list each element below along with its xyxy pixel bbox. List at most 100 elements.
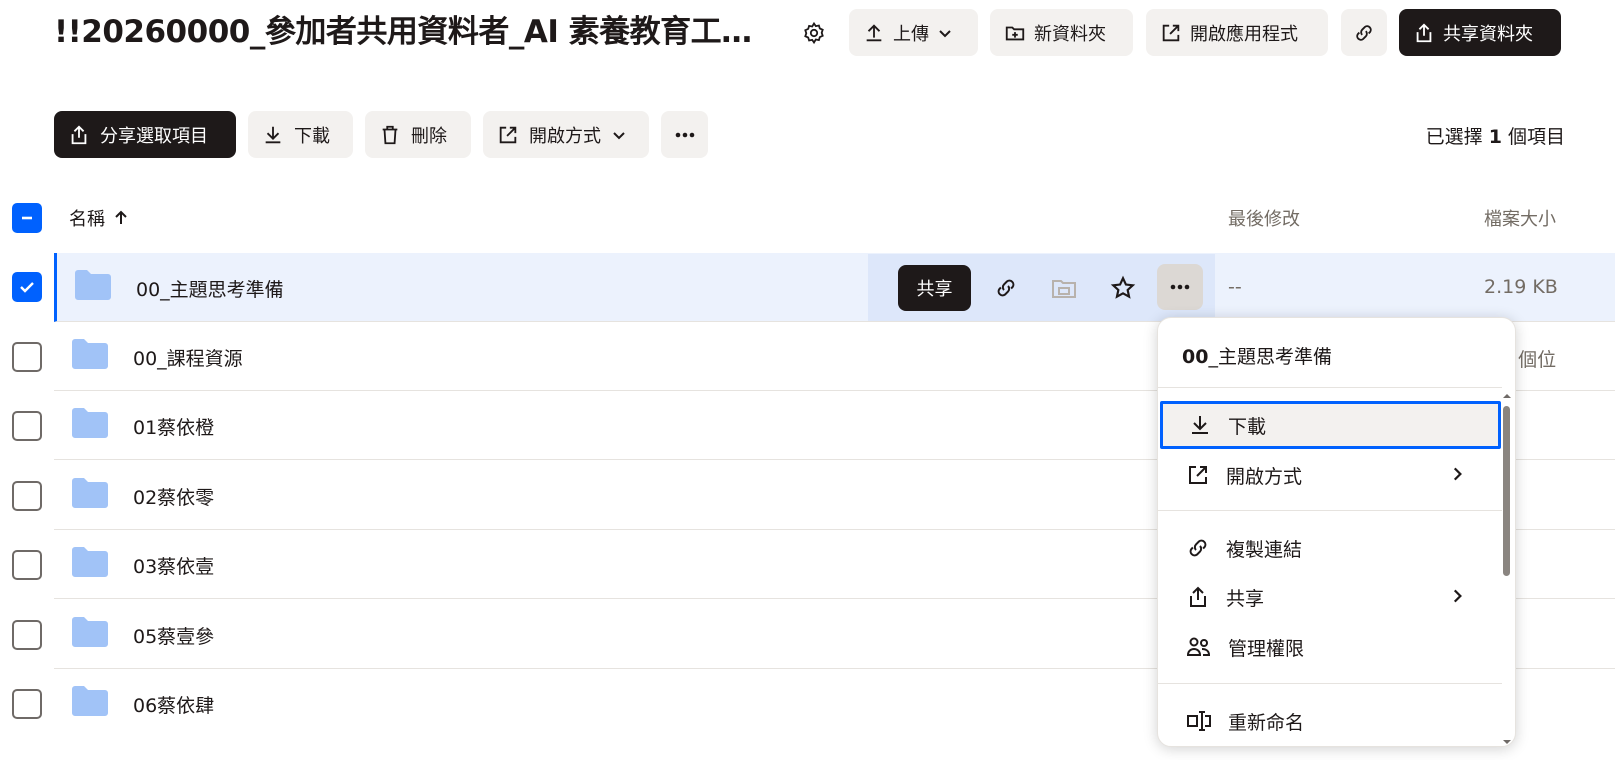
link-icon: [1353, 22, 1375, 44]
folder-icon: [72, 478, 108, 508]
selection-suffix: 個項目: [1507, 126, 1565, 148]
copy-link-button[interactable]: [1341, 9, 1387, 56]
download-icon: [262, 124, 284, 146]
row-checkbox[interactable]: [12, 550, 42, 580]
row-checkbox[interactable]: [12, 342, 42, 372]
open-with-label: 開啟方式: [529, 125, 601, 147]
people-icon: [1186, 635, 1212, 659]
row-checkbox[interactable]: [12, 689, 42, 719]
row-more-button[interactable]: [1157, 264, 1203, 310]
folder-icon: [72, 686, 108, 716]
upload-label: 上傳: [893, 23, 929, 45]
file-name[interactable]: 00_課程資源: [133, 344, 243, 371]
open-external-icon: [1160, 22, 1182, 44]
row-move-button[interactable]: [1042, 268, 1086, 308]
context-menu: 00_主題思考準備 下載 開啟方式 複製連結 共享 管理權限 重新命名: [1157, 317, 1516, 747]
open-external-icon: [497, 124, 519, 146]
table-row[interactable]: 00_主題思考準備: [54, 253, 1615, 322]
menu-divider: [1158, 683, 1502, 684]
row-checkbox[interactable]: [12, 481, 42, 511]
chevron-right-icon: [1448, 587, 1466, 605]
folder-icon: [72, 339, 108, 369]
menu-divider: [1158, 510, 1502, 511]
row-checkbox[interactable]: [12, 620, 42, 650]
row-checkbox[interactable]: [12, 272, 42, 302]
column-header-name[interactable]: 名稱: [69, 205, 129, 231]
context-menu-title-prefix: 00: [1182, 346, 1209, 368]
more-actions-button[interactable]: [661, 111, 708, 158]
file-name[interactable]: 01蔡依橙: [133, 413, 214, 440]
delete-button[interactable]: 刪除: [365, 111, 471, 158]
selection-number: 1: [1488, 126, 1502, 148]
upload-button[interactable]: 上傳: [849, 9, 978, 56]
gear-icon: [802, 21, 826, 45]
open-external-icon: [1186, 463, 1210, 487]
column-header-modified[interactable]: 最後修改: [1228, 205, 1300, 231]
download-button[interactable]: 下載: [248, 111, 353, 158]
scroll-down-arrow-icon: [1503, 740, 1511, 744]
folder-icon: [72, 408, 108, 438]
menu-item-label: 下載: [1228, 415, 1267, 438]
open-app-button[interactable]: 開啟應用程式: [1146, 9, 1328, 56]
menu-item-label: 複製連結: [1226, 538, 1303, 561]
context-menu-title-rest: _主題思考準備: [1208, 346, 1332, 368]
file-name[interactable]: 03蔡依壹: [133, 552, 214, 579]
menu-item-rename[interactable]: 重新命名: [1158, 697, 1502, 745]
open-app-label: 開啟應用程式: [1190, 23, 1298, 45]
share-icon: [1413, 22, 1435, 44]
share-icon: [1186, 585, 1210, 609]
rename-icon: [1186, 709, 1212, 733]
file-name[interactable]: 02蔡依零: [133, 483, 214, 510]
menu-divider: [1158, 387, 1502, 388]
menu-item-share[interactable]: 共享: [1158, 573, 1502, 621]
more-horizontal-icon: [673, 123, 697, 147]
menu-item-open-with[interactable]: 開啟方式: [1158, 451, 1502, 499]
download-label: 下載: [294, 125, 330, 147]
folder-icon: [75, 270, 111, 300]
check-icon: [20, 282, 34, 293]
download-icon: [1188, 413, 1212, 437]
chevron-down-icon: [937, 25, 953, 41]
share-folder-label: 共享資料夾: [1443, 23, 1533, 45]
scroll-up-arrow-icon: [1503, 394, 1511, 398]
share-selected-button[interactable]: 分享選取項目: [54, 111, 236, 158]
size-cell: 2.19 KB: [1484, 276, 1558, 298]
selection-count: 已選擇 1 個項目: [1426, 122, 1565, 149]
arrow-up-icon: [113, 210, 129, 226]
file-name[interactable]: 05蔡壹參: [133, 622, 214, 649]
new-folder-label: 新資料夾: [1034, 23, 1106, 45]
menu-item-label: 共享: [1226, 587, 1265, 610]
more-horizontal-icon: [1168, 275, 1192, 299]
new-folder-icon: [1004, 22, 1026, 44]
chevron-down-icon: [611, 127, 627, 143]
open-with-button[interactable]: 開啟方式: [483, 111, 649, 158]
share-folder-button[interactable]: 共享資料夾: [1399, 9, 1561, 56]
file-name[interactable]: 06蔡依肆: [133, 691, 214, 718]
row-share-button[interactable]: 共享: [898, 265, 971, 311]
share-selected-label: 分享選取項目: [100, 125, 208, 147]
menu-scrollbar-thumb[interactable]: [1503, 406, 1510, 576]
chevron-right-icon: [1448, 465, 1466, 483]
delete-label: 刪除: [411, 125, 447, 147]
column-header-size[interactable]: 檔案大小: [1484, 205, 1556, 231]
select-all-checkbox[interactable]: [12, 203, 42, 233]
folder-move-icon: [1051, 276, 1077, 300]
menu-item-download[interactable]: 下載: [1160, 401, 1501, 449]
file-name[interactable]: 00_主題思考準備: [136, 275, 284, 302]
folder-title: !!20260000_參加者共用資料者_AI 素養教育工…: [54, 14, 752, 50]
menu-item-manage-permissions[interactable]: 管理權限: [1158, 623, 1502, 671]
star-icon: [1110, 275, 1136, 301]
row-checkbox[interactable]: [12, 411, 42, 441]
row-star-button[interactable]: [1101, 268, 1145, 308]
row-copy-link-button[interactable]: [984, 268, 1028, 308]
menu-item-label: 開啟方式: [1226, 465, 1303, 488]
folder-settings-button[interactable]: [800, 19, 828, 47]
selection-prefix: 已選擇: [1425, 126, 1483, 148]
folder-icon: [72, 617, 108, 647]
upload-icon: [863, 22, 885, 44]
context-menu-title: 00_主題思考準備: [1182, 342, 1332, 369]
menu-item-copy-link[interactable]: 複製連結: [1158, 524, 1502, 572]
share-icon: [68, 124, 90, 146]
menu-item-label: 重新命名: [1228, 711, 1305, 734]
new-folder-button[interactable]: 新資料夾: [990, 9, 1133, 56]
